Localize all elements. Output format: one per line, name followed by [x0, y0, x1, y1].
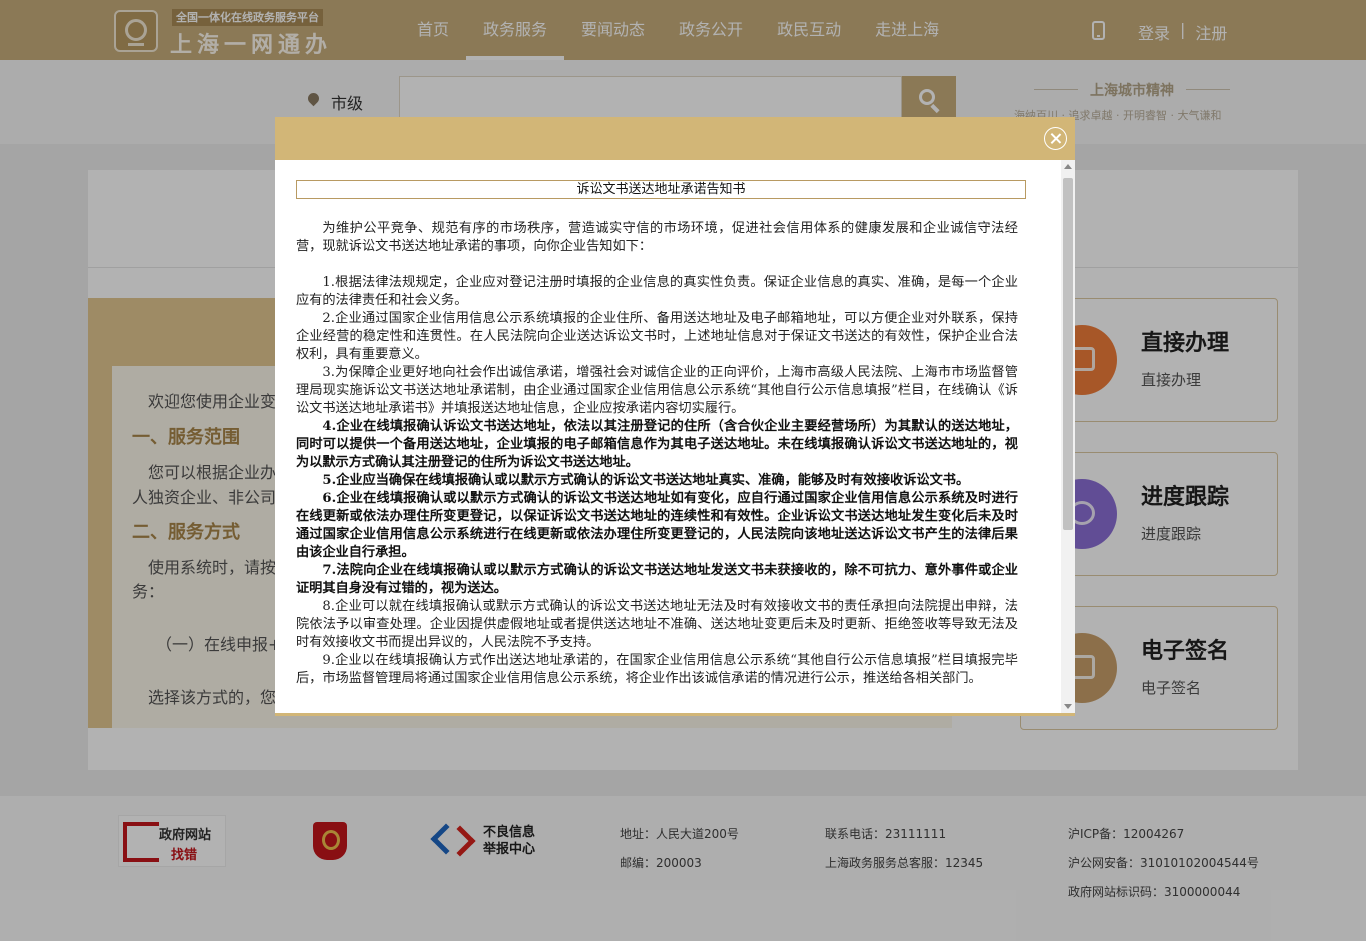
- modal-body: 诉讼文书送达地址承诺告知书 为维护公平竞争、规范有序的市场秩序，营造诚实守信的市…: [275, 160, 1061, 713]
- document-item: 9.企业以在线填报确认方式作出送达地址承诺的，在国家企业信用信息公示系统“其他自…: [296, 653, 1018, 686]
- document-item-bold: 5.企业应当确保在线填报确认或以默示方式确认的诉讼文书送达地址真实、准确，能够及…: [322, 473, 970, 488]
- scrollbar-thumb[interactable]: [1063, 178, 1073, 530]
- document-item: 8.企业可以就在线填报确认或默示方式确认的诉讼文书送达地址无法及时有效接收文书的…: [296, 599, 1018, 650]
- document-intro: 为维护公平竞争、规范有序的市场秩序，营造诚实守信的市场环境，促进社会信用体系的健…: [296, 221, 1018, 254]
- document-item-bold: 7.法院向企业在线填报确认或以默示方式确认的诉讼文书送达地址发送文书未获接收的，…: [296, 563, 1018, 596]
- notice-modal: 诉讼文书送达地址承诺告知书 为维护公平竞争、规范有序的市场秩序，营造诚实守信的市…: [275, 117, 1075, 716]
- document-item: 2.企业通过国家企业信用信息公示系统填报的企业住所、备用送达地址及电子邮箱地址，…: [296, 311, 1018, 362]
- scroll-down-arrow-icon[interactable]: [1064, 704, 1072, 709]
- modal-bottom-border: [275, 713, 1075, 716]
- document-item-bold: 6.企业在线填报确认或以默示方式确认的诉讼文书送达地址如有变化，应自行通过国家企…: [296, 491, 1018, 560]
- modal-header: [275, 117, 1075, 160]
- scroll-up-arrow-icon[interactable]: [1064, 164, 1072, 169]
- document-item-bold: 4.企业在线填报确认诉讼文书送达地址，依法以其注册登记的住所（含合伙企业主要经营…: [296, 419, 1018, 470]
- modal-scrollbar[interactable]: [1061, 160, 1075, 713]
- document-item: 3.为保障企业更好地向社会作出诚信承诺，增强社会对诚信企业的正向评价，上海市高级…: [296, 365, 1018, 416]
- document-item: 1.根据法律法规规定，企业应对登记注册时填报的企业信息的真实性负责。保证企业信息…: [296, 275, 1018, 308]
- close-icon[interactable]: [1044, 127, 1067, 150]
- document-content: 为维护公平竞争、规范有序的市场秩序，营造诚实守信的市场环境，促进社会信用体系的健…: [296, 220, 1018, 688]
- document-title: 诉讼文书送达地址承诺告知书: [296, 180, 1026, 199]
